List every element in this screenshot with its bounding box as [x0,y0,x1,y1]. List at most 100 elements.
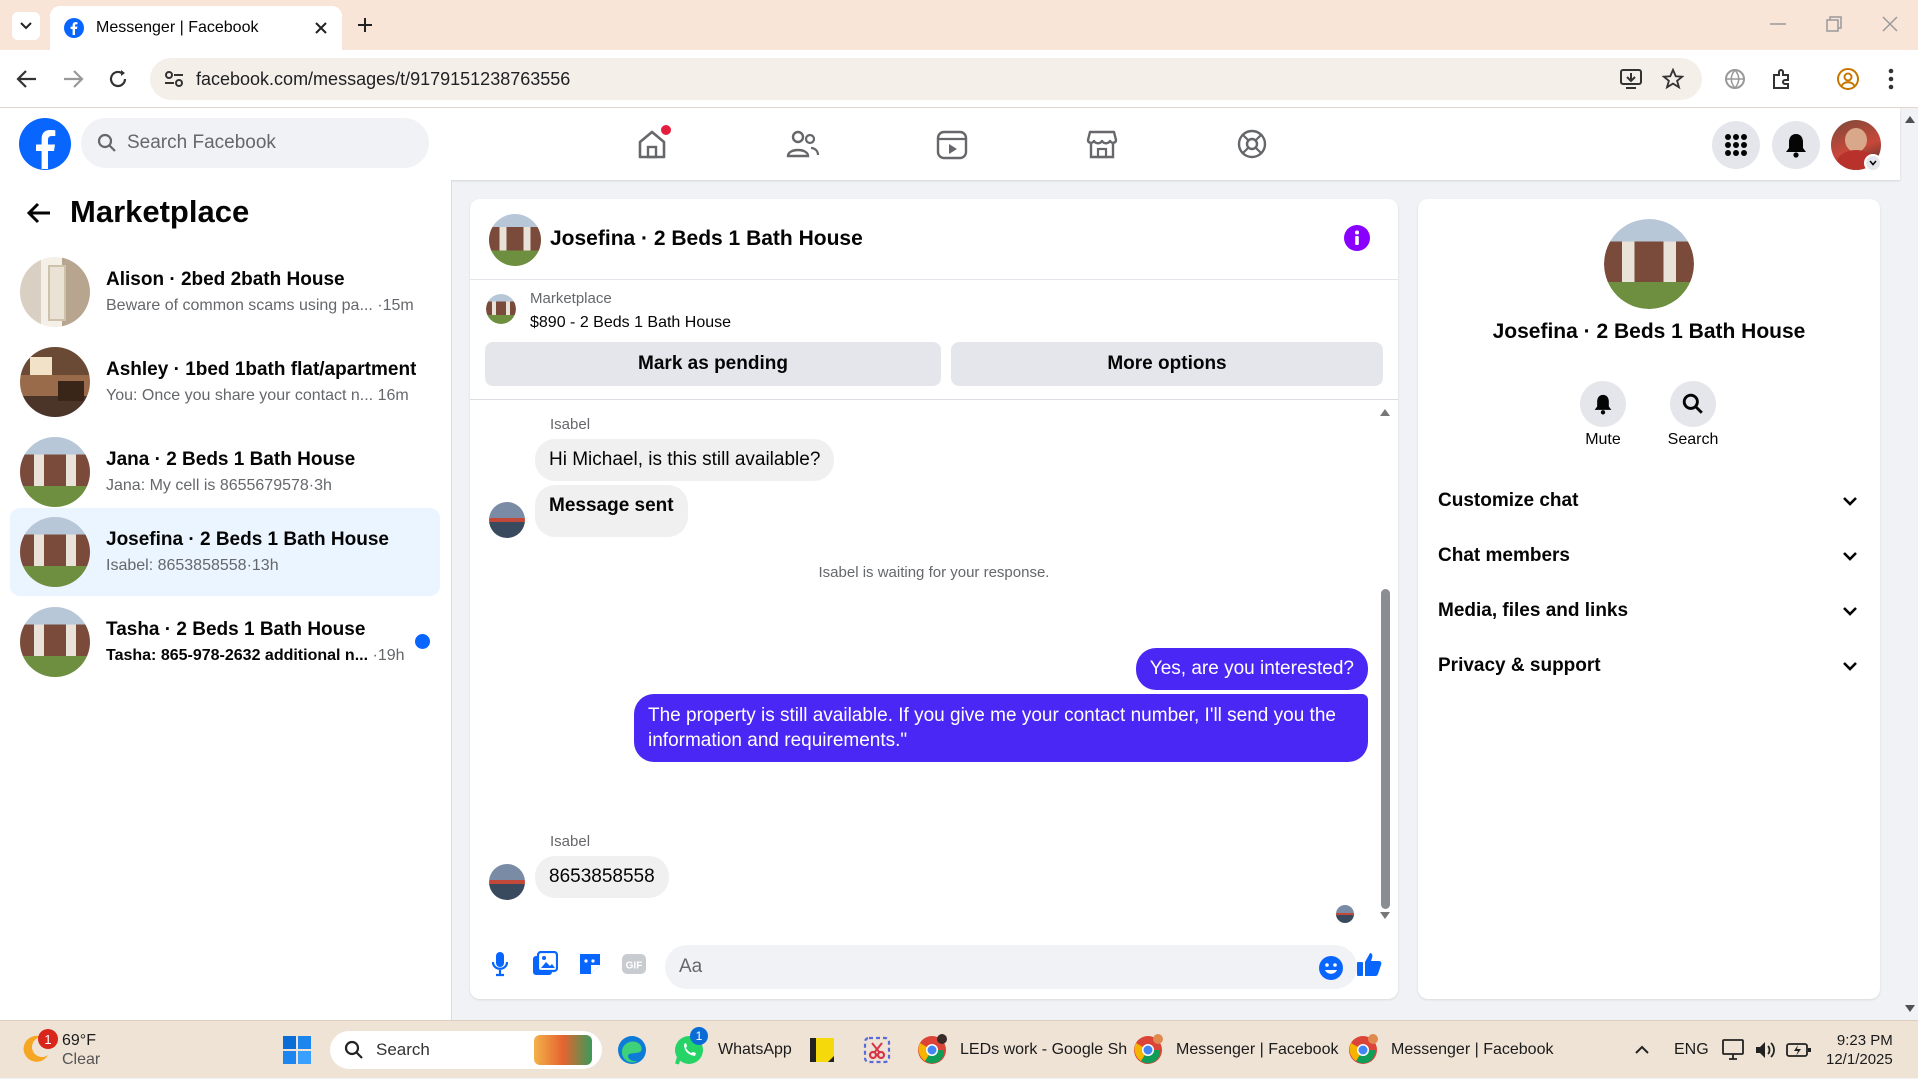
facebook-logo-icon[interactable] [19,118,71,170]
listing-detail[interactable]: $890 - 2 Beds 1 Bath House [530,314,731,332]
profile-circle-icon[interactable] [1836,67,1860,91]
site-info-icon[interactable] [164,70,184,88]
browser-tab-messenger[interactable]: Messenger | Facebook [50,6,342,50]
install-app-icon[interactable] [1620,69,1642,89]
listing-avatar-large[interactable] [1604,219,1694,309]
tray-overflow-button[interactable] [1634,1021,1650,1079]
window-close-icon[interactable] [1882,16,1898,32]
nav-friends[interactable] [782,124,822,164]
chrome-sheets-label: LEDs work - Google Sh [960,1041,1128,1058]
mark-as-pending-button[interactable]: Mark as pending [485,342,941,386]
marketplace-icon [1086,130,1118,159]
taskbar-sticky-notes[interactable] [808,1021,836,1079]
message-scrollbar-thumb[interactable] [1381,589,1390,909]
sticker-icon[interactable] [577,951,603,977]
conversation-title: Josefina · 2 Beds 1 Bath House [106,529,389,550]
chevron-down-icon [20,22,32,30]
chevron-down-icon [1843,552,1857,561]
microphone-icon[interactable] [491,951,509,977]
scroll-up-icon[interactable] [1379,407,1391,417]
taskbar-whatsapp[interactable]: 1 WhatsApp [672,1021,792,1079]
bookmark-star-icon[interactable] [1662,68,1684,90]
unread-dot [415,634,430,649]
emoji-icon[interactable] [1318,955,1344,981]
chat-title[interactable]: Josefina · 2 Beds 1 Bath House [550,227,863,251]
language-indicator[interactable]: ENG [1674,1021,1709,1079]
weather-widget[interactable]: 1 69°F Clear [20,1021,100,1079]
section-privacy-support[interactable]: Privacy & support [1438,646,1858,686]
restore-icon[interactable] [1826,16,1842,32]
conversation-item[interactable]: Alison · 2bed 2bath House Beware of comm… [10,248,440,336]
message-input[interactable]: Aa [665,945,1357,989]
section-media-files-links[interactable]: Media, files and links [1438,591,1858,631]
back-arrow-icon[interactable] [16,69,38,89]
waiting-notice: Isabel is waiting for your response. [818,564,1050,581]
search-label: Search [1667,431,1719,448]
tab-search-button[interactable] [12,12,40,40]
facebook-search-input[interactable]: Search Facebook [81,118,429,168]
new-tab-plus-icon[interactable] [356,16,374,34]
url-bar[interactable]: facebook.com/messages/t/9179151238763556 [150,58,1702,100]
page-scroll-up-icon[interactable] [1904,114,1916,124]
photo-gallery-icon[interactable] [532,951,558,977]
sender-avatar[interactable] [489,502,525,538]
conversation-item-unread[interactable]: Tasha · 2 Beds 1 Bath House Tasha: 865-9… [10,598,440,686]
tray-icons[interactable] [1722,1021,1812,1079]
conversation-title: Ashley · 1bed 1bath flat/apartment [106,359,416,380]
thumbs-up-icon[interactable] [1355,950,1383,978]
nav-marketplace[interactable] [1082,124,1122,164]
browser-menu-icon[interactable] [1888,67,1894,91]
nav-gaming[interactable] [1232,124,1272,164]
close-icon[interactable] [314,21,328,35]
search-conversation-button[interactable] [1670,381,1716,427]
taskbar-chrome-messenger-1[interactable]: Messenger | Facebook [1132,1021,1338,1079]
reload-icon[interactable] [107,68,129,90]
browser-tab-bar: Messenger | Facebook [0,0,1918,50]
menu-grid-button[interactable] [1712,121,1760,169]
taskbar-search[interactable]: Search [330,1031,602,1069]
grid-menu-icon [1725,134,1747,156]
nav-home[interactable] [632,124,672,164]
forward-arrow-icon[interactable] [62,69,84,89]
incoming-message-card[interactable]: Message sent [535,485,688,537]
translate-globe-icon[interactable] [1724,68,1746,90]
taskbar-snipping-tool[interactable] [862,1021,892,1079]
conversation-thumbnail [20,517,90,587]
back-arrow-icon[interactable] [26,202,52,224]
system-clock[interactable]: 9:23 PM 12/1/2025 [1826,1021,1893,1079]
sender-name: Isabel [550,416,591,433]
sender-avatar[interactable] [489,864,525,900]
conversation-preview: Jana: My cell is 8655679578·3h [106,477,332,494]
account-menu-chevron[interactable] [1864,154,1882,172]
scroll-down-icon[interactable] [1379,911,1391,921]
taskbar-chrome-messenger-2[interactable]: Messenger | Facebook [1347,1021,1553,1079]
taskbar-edge[interactable] [616,1021,648,1079]
sender-name: Isabel [550,833,591,850]
mute-button[interactable] [1580,381,1626,427]
more-options-button[interactable]: More options [951,342,1383,386]
marketplace-conversation-list: Marketplace Alison · 2bed 2bath House Be… [0,180,452,1020]
conversation-preview: You: Once you share your contact n... 16… [106,387,409,404]
chat-info-panel: Josefina · 2 Beds 1 Bath House Mute Sear… [1418,199,1880,999]
incoming-message[interactable]: Hi Michael, is this still available? [535,439,835,481]
page-scroll-down-icon[interactable] [1904,1004,1916,1014]
notifications-button[interactable] [1772,121,1820,169]
gif-icon[interactable]: GIF [621,953,647,975]
conversation-item-active[interactable]: Josefina · 2 Beds 1 Bath House Isabel: 8… [10,508,440,596]
conversation-title: Alison · 2bed 2bath House [106,269,345,290]
minimize-icon[interactable] [1770,22,1786,26]
outgoing-message[interactable]: Yes, are you interested? [1135,648,1368,690]
section-chat-members[interactable]: Chat members [1438,536,1858,576]
taskbar-chrome-sheets[interactable]: LEDs work - Google Sh [916,1021,1127,1079]
start-button[interactable] [282,1021,312,1079]
conversation-item[interactable]: Ashley · 1bed 1bath flat/apartment You: … [10,338,440,426]
chat-avatar[interactable] [489,214,541,266]
outgoing-message-long[interactable]: The property is still available. If you … [634,694,1368,762]
info-icon[interactable] [1344,225,1370,251]
extensions-puzzle-icon[interactable] [1770,67,1794,91]
nav-video[interactable] [932,124,972,164]
incoming-message[interactable]: 8653858558 [535,856,669,898]
section-customize-chat[interactable]: Customize chat [1438,481,1858,521]
conversation-item[interactable]: Jana · 2 Beds 1 Bath House Jana: My cell… [10,428,440,516]
chevron-down-icon [1843,497,1857,506]
